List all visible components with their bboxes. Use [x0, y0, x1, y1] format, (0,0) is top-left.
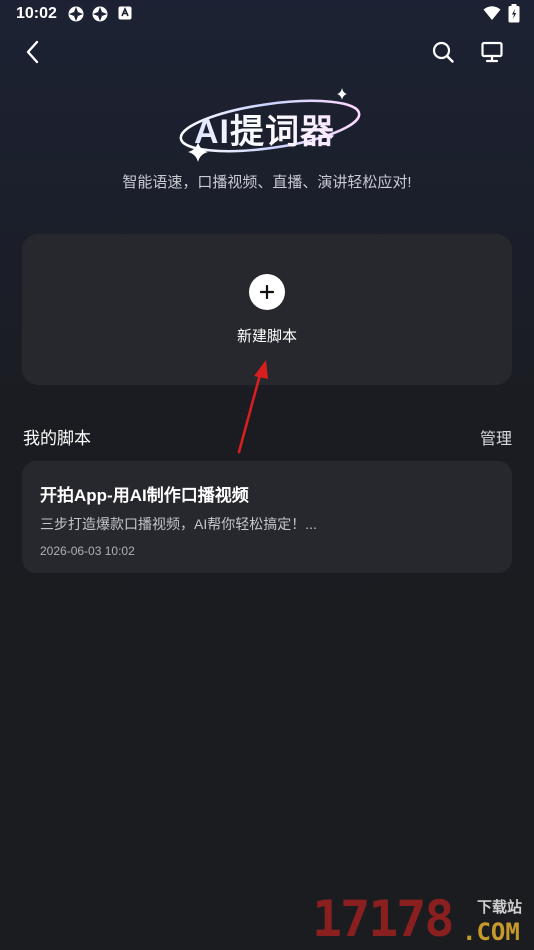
- watermark-number: 17178: [312, 890, 455, 948]
- script-date: 2026-06-03 10:02: [40, 544, 135, 558]
- site-watermark: 17178 下载站 .COM: [312, 890, 534, 950]
- new-script-label: 新建脚本: [236, 328, 297, 345]
- monitor-icon: [481, 41, 503, 63]
- app-notification-icon: [92, 6, 108, 22]
- script-description: 三步打造爆款口播视频，AI帮你轻松搞定！...: [40, 516, 317, 532]
- annotation-arrow: [237, 360, 268, 454]
- watermark-domain: .COM: [462, 918, 520, 946]
- script-list-item[interactable]: 开拍App-用AI制作口播视频 三步打造爆款口播视频，AI帮你轻松搞定！... …: [22, 461, 512, 573]
- watermark-label: 下载站: [477, 899, 523, 916]
- status-bar: 10:02: [0, 0, 534, 28]
- app-subtitle: 智能语速，口播视频、直播、演讲轻松应对!: [122, 174, 412, 191]
- app-logo: AI提词器: [170, 86, 370, 166]
- plus-icon: [260, 285, 274, 299]
- logo-text: AI提词器: [194, 104, 335, 153]
- my-scripts-title: 我的脚本: [23, 429, 91, 448]
- app-notification-icon: [68, 6, 84, 22]
- screen-cast-button[interactable]: [474, 34, 510, 70]
- new-script-button[interactable]: [249, 274, 285, 310]
- script-title: 开拍App-用AI制作口播视频: [40, 486, 249, 505]
- wifi-icon: [483, 6, 501, 20]
- battery-icon: [508, 4, 520, 23]
- back-icon: [26, 40, 39, 64]
- manage-button[interactable]: 管理: [480, 425, 512, 449]
- search-button[interactable]: [425, 34, 461, 70]
- search-icon: [432, 41, 454, 63]
- app-notification-icon: [118, 6, 132, 20]
- back-button[interactable]: [15, 34, 51, 70]
- status-time: 10:02: [16, 5, 57, 22]
